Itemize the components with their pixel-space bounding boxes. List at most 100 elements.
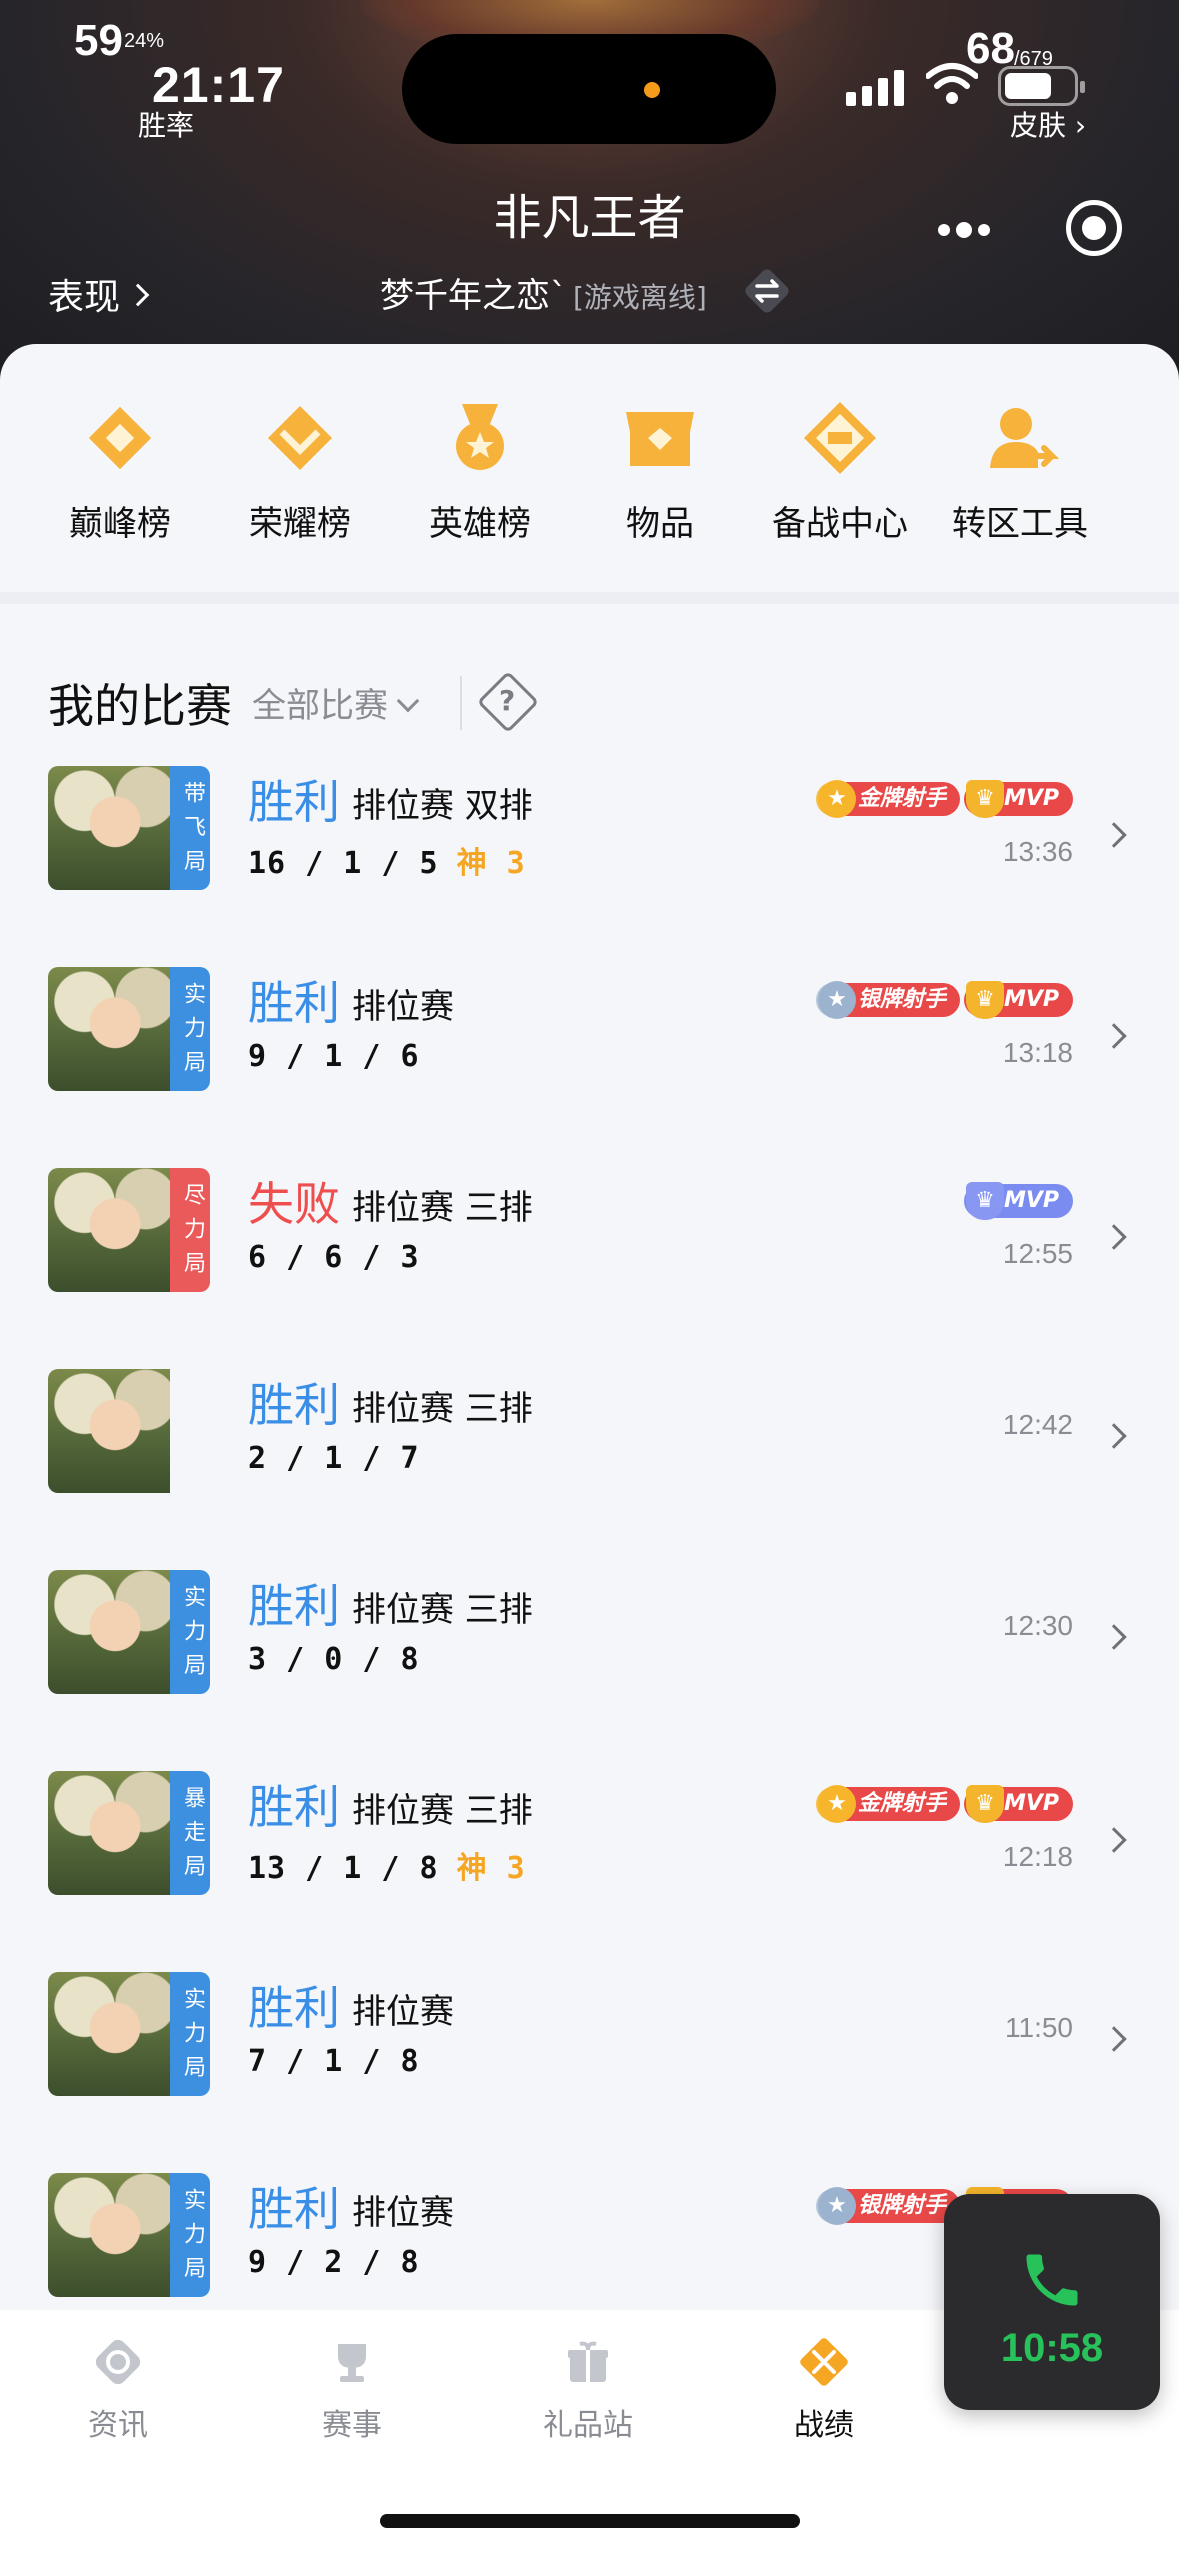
hero-avatar: 暴走局	[48, 1771, 210, 1895]
chevron-right-icon	[1101, 1023, 1127, 1049]
quick-item-label: 备战中心	[772, 504, 908, 544]
tab-events[interactable]: 赛事	[262, 2336, 442, 2444]
quick-item-transfer-tool[interactable]: 转区工具	[930, 398, 1110, 545]
tab-label: 战绩	[794, 2408, 854, 2443]
match-result: 胜利	[248, 2182, 340, 2236]
match-badges: ★银牌射手♛MVP	[812, 981, 1073, 1019]
match-row[interactable]: 实力局 胜利 排位赛 9 / 1 / 6 ★ 银牌射手 ♛ MVP 13:18	[0, 967, 1179, 1167]
match-mode: 排位赛 三排	[352, 1188, 533, 1228]
hero-portrait	[48, 967, 170, 1091]
chevron-right-icon	[1101, 2026, 1127, 2052]
chevron-down-icon	[396, 689, 420, 713]
tab-record[interactable]: 战绩	[734, 2336, 914, 2444]
match-time: 12:42	[1002, 1409, 1073, 1440]
match-kda: 3 / 0 / 8	[248, 1642, 420, 1677]
medal-badge: ★ 银牌射手	[815, 2187, 960, 2225]
filter-separator	[460, 676, 462, 730]
win-rate-label[interactable]: 胜率	[138, 104, 194, 144]
match-rating-tag: 实力局	[170, 1570, 210, 1694]
gold-medal-icon: ★	[817, 1785, 856, 1823]
prep-center-icon	[804, 402, 876, 474]
match-time: 12:30	[1002, 1610, 1073, 1641]
match-mode: 排位赛 三排	[352, 1791, 533, 1831]
badge-label: 金牌射手	[857, 1791, 946, 1816]
match-row[interactable]: 实力局 胜利 排位赛 三排 3 / 0 / 8 12:30	[0, 1570, 1179, 1770]
chevron-right-icon	[1101, 1624, 1127, 1650]
match-badges: ♛ MVP	[960, 1182, 1073, 1220]
match-row[interactable]: 暴走局 胜利 排位赛 三排 13 / 1 / 8神 3 ★ 金牌射手 ♛ MVP 12:18	[0, 1771, 1179, 1971]
match-row[interactable]: 带飞局 胜利 排位赛 双排 16 / 1 / 5神 3 ★ 金牌射手 ♛ MVP 13:36	[0, 766, 1179, 966]
skin-suffix: /679	[1014, 48, 1053, 70]
badge-label: 银牌射手	[857, 2193, 946, 2218]
hero-portrait	[48, 766, 170, 890]
match-row[interactable]: 胜利 排位赛 三排 2 / 1 / 7 12:42	[0, 1369, 1179, 1569]
match-mode: 排位赛 三排	[352, 1389, 533, 1429]
chevron-right-icon	[1101, 1224, 1127, 1250]
account-selector[interactable]: 梦千年之恋` [游戏离线]	[380, 268, 707, 317]
quick-item-hero-rank[interactable]: 英雄榜	[390, 398, 570, 545]
kda-value: 2 / 1 / 7	[248, 1441, 420, 1476]
home-indicator[interactable]	[380, 2514, 800, 2528]
match-time: 12:18	[1002, 1841, 1073, 1872]
floating-call-widget[interactable]: 10:58	[944, 2194, 1160, 2410]
matches-section-title: 我的比赛	[48, 679, 232, 733]
skin-label[interactable]: 皮肤 ›	[1010, 104, 1086, 144]
match-result: 胜利	[248, 775, 340, 829]
quick-item-label: 英雄榜	[429, 504, 531, 544]
news-icon	[95, 2339, 141, 2385]
hero-portrait	[48, 1570, 170, 1694]
help-question-mark: ?	[499, 684, 516, 717]
switch-account-icon[interactable]	[742, 266, 792, 316]
match-rating-tag: 实力局	[170, 967, 210, 1091]
hero-avatar: 尽力局	[48, 1168, 210, 1292]
match-mode: 排位赛	[352, 2193, 454, 2233]
mvp-trophy-icon: ♛	[965, 981, 1004, 1019]
match-time: 13:18	[1002, 1037, 1073, 1068]
tab-gift-shop[interactable]: 礼品站	[498, 2336, 678, 2444]
match-filter-dropdown[interactable]: 全部比赛	[252, 678, 420, 727]
tab-label: 礼品站	[543, 2408, 633, 2443]
dynamic-island	[402, 34, 776, 144]
close-miniprogram-icon[interactable]	[1066, 200, 1122, 256]
quick-item-peak-rank[interactable]: 巅峰榜	[30, 398, 210, 545]
quick-item-label: 物品	[626, 504, 694, 544]
match-mode: 排位赛	[352, 987, 454, 1027]
quick-item-glory-rank[interactable]: 荣耀榜	[210, 398, 390, 545]
chevron-right-icon	[1101, 1827, 1127, 1853]
match-rating-tag: 实力局	[170, 1972, 210, 2096]
account-status: [游戏离线]	[573, 281, 707, 314]
match-mode: 排位赛 双排	[352, 786, 533, 826]
tab-label: 赛事	[322, 2408, 382, 2443]
match-row[interactable]: 尽力局 失败 排位赛 三排 6 / 6 / 3 ♛ MVP 12:55	[0, 1168, 1179, 1368]
performance-link[interactable]: 表现	[48, 268, 150, 320]
phone-icon	[1026, 2254, 1078, 2306]
privacy-indicator-dot	[644, 82, 660, 98]
match-row[interactable]: 实力局 胜利 排位赛 7 / 1 / 8 11:50	[0, 1972, 1179, 2172]
gift-icon	[568, 2341, 608, 2382]
hero-avatar: 实力局	[48, 967, 210, 1091]
more-menu-icon[interactable]	[938, 220, 996, 240]
match-kda: 9 / 2 / 8	[248, 2245, 420, 2280]
chevron-right-icon	[1101, 1423, 1127, 1449]
badge-label: MVP	[1003, 987, 1059, 1012]
match-result: 胜利	[248, 1780, 340, 1834]
mvp-trophy-icon: ♛	[965, 1182, 1004, 1220]
tab-news[interactable]: 资讯	[28, 2336, 208, 2444]
match-rating-tag: 实力局	[170, 2173, 210, 2297]
quick-item-prep-center[interactable]: 备战中心	[750, 398, 930, 545]
hero-portrait	[48, 1168, 170, 1292]
gold-medal-icon: ★	[817, 780, 856, 818]
profile-header: 59 24% 21:17 胜率 68 /679 皮肤 › 非凡王者 表现 梦千年…	[0, 0, 1179, 380]
match-badges: ★ 金牌射手 ♛ MVP	[812, 1785, 1073, 1823]
hero-rank-icon	[456, 404, 504, 470]
tab-label: 资讯	[88, 2408, 148, 2443]
badge-label: MVP	[1003, 786, 1059, 811]
match-result: 胜利	[248, 976, 340, 1030]
hero-avatar: 实力局	[48, 2173, 210, 2297]
mvp-trophy-icon: ♛	[965, 780, 1004, 818]
quick-item-items[interactable]: 物品	[570, 398, 750, 545]
match-filter-label: 全部比赛	[252, 686, 388, 726]
medal-badge: ★ 金牌射手	[815, 780, 960, 818]
battery-icon	[998, 66, 1085, 106]
kda-value: 9 / 2 / 8	[248, 2245, 420, 2280]
